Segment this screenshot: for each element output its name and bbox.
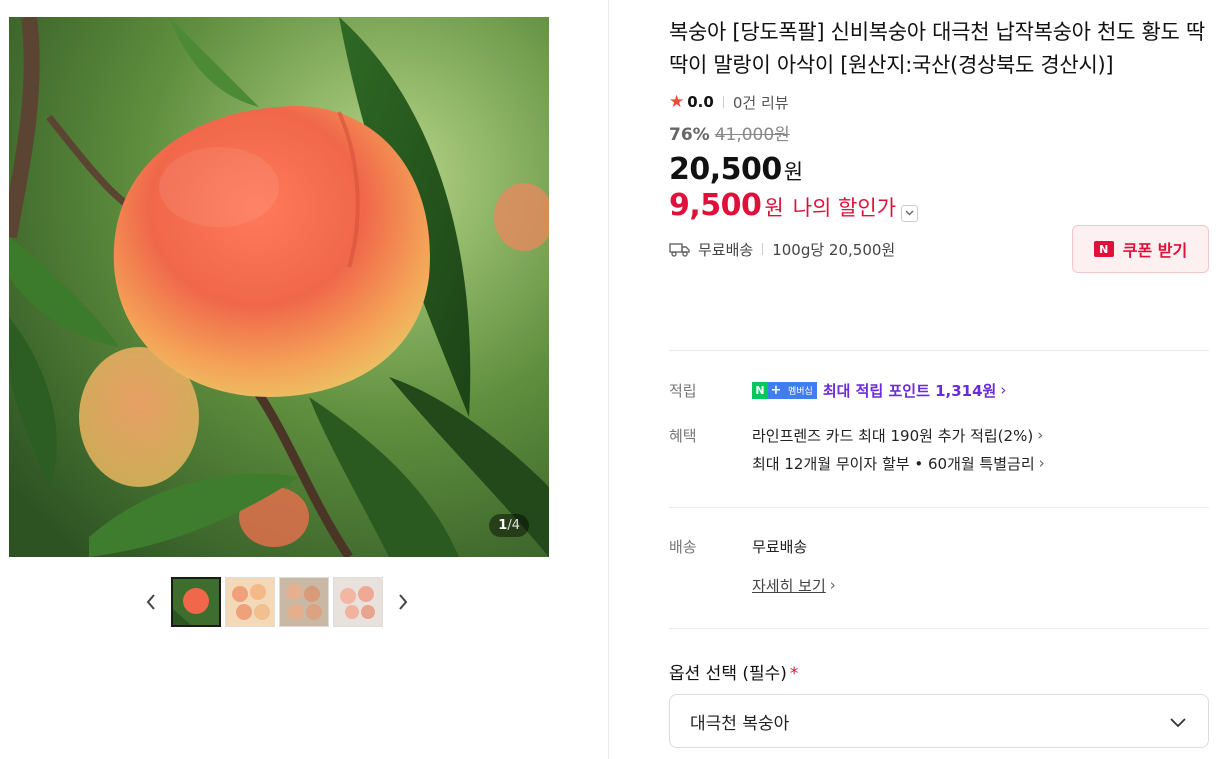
main-product-image[interactable]: 1/4 — [9, 17, 549, 557]
thumbnail-strip — [140, 576, 414, 628]
naver-n-icon: N — [1093, 241, 1114, 257]
product-info: 복숭아 [당도폭팔] 신비복숭아 대극천 납작복숭아 천도 황도 딱딱이 말랑이… — [669, 16, 1209, 273]
benefit-body: 라인프렌즈 카드 최대 190원 추가 적립(2%) › 최대 12개월 무이자… — [752, 421, 1045, 477]
card-benefit-link[interactable]: 라인프렌즈 카드 최대 190원 추가 적립(2%) › — [752, 421, 1045, 449]
option-select-dropdown[interactable]: 대극천 복숭아 — [669, 694, 1209, 748]
delivery-detail-link[interactable]: 자세히 보기 › — [752, 571, 836, 599]
chevron-right-icon: › — [1000, 381, 1007, 399]
discount-row: 76% 41,000원 — [669, 120, 1209, 146]
section-divider — [669, 350, 1209, 351]
chevron-left-icon — [146, 594, 155, 610]
coupon-button-label: 쿠폰 받기 — [1122, 241, 1188, 260]
rating-row: ★ 0.0 0건 리뷰 — [669, 91, 1209, 113]
star-icon: ★ — [669, 92, 685, 112]
option-label-text: 옵션 선택 (필수) — [669, 664, 787, 684]
thumbnail-prev-button[interactable] — [140, 577, 162, 627]
max-points-text: 최대 적립 포인트 1,314원 — [822, 381, 997, 400]
chevron-right-icon: › — [1038, 454, 1045, 472]
sale-price: 20,500 — [669, 152, 782, 187]
image-counter-total: /4 — [507, 518, 520, 533]
my-price-row[interactable]: 9,500 원 나의 할인가 — [669, 188, 1209, 224]
option-select-label: 옵션 선택 (필수) * — [669, 659, 798, 684]
get-coupon-button[interactable]: N 쿠폰 받기 — [1072, 225, 1209, 273]
divider — [722, 96, 724, 108]
column-divider — [608, 0, 609, 759]
my-discount-price: 9,500 — [669, 188, 762, 223]
my-discount-price-unit: 원 — [764, 196, 784, 220]
section-divider — [669, 507, 1209, 508]
price-row: 20,500 원 — [669, 152, 1209, 188]
chevron-right-icon: › — [829, 576, 836, 594]
review-count-link[interactable]: 0건 리뷰 — [733, 92, 789, 113]
thumbnail-peach-box — [334, 578, 382, 626]
benefits-section: 적립 N + 멤버십 최대 적립 포인트 1,314원 › 혜택 라인프렌즈 카… — [669, 376, 1209, 486]
card-benefit-text: 라인프렌즈 카드 최대 190원 추가 적립(2%) — [752, 426, 1034, 445]
delivery-body: 무료배송 자세히 보기 › — [752, 532, 836, 599]
thumbnail-3[interactable] — [279, 577, 329, 627]
image-counter: 1/4 — [489, 514, 529, 537]
discount-rate: 76% — [669, 125, 710, 145]
truck-icon — [669, 243, 690, 257]
chevron-down-icon — [1170, 718, 1186, 728]
my-discount-label: 나의 할인가 — [792, 196, 897, 220]
delivery-value: 무료배송 — [752, 537, 808, 556]
peach-photo — [9, 17, 549, 557]
thumbnail-next-button[interactable] — [392, 577, 414, 627]
shipping-fee: 무료배송 — [698, 240, 754, 259]
thumbnail-1[interactable] — [171, 577, 221, 627]
membership-points-link[interactable]: N + 멤버십 최대 적립 포인트 1,314원 › — [752, 376, 1006, 404]
rating-score: 0.0 — [687, 93, 714, 111]
thumbnail-peach-tree — [173, 579, 219, 625]
divider — [762, 243, 764, 255]
delivery-label: 배송 — [669, 537, 697, 556]
delivery-detail-text: 자세히 보기 — [752, 576, 826, 595]
delivery-section: 배송 무료배송 자세히 보기 › — [669, 532, 1209, 607]
chevron-down-icon[interactable] — [901, 204, 919, 222]
product-title: 복숭아 [당도폭팔] 신비복숭아 대극천 납작복숭아 천도 황도 딱딱이 말랑이… — [669, 20, 1205, 77]
thumbnail-peach-box — [280, 578, 328, 626]
required-mark: * — [789, 664, 799, 684]
plus-badge-icon: + — [768, 381, 784, 399]
points-label: 적립 — [669, 381, 697, 400]
chevron-right-icon: › — [1037, 426, 1044, 444]
image-counter-current: 1 — [498, 518, 508, 533]
option-selected-value: 대극천 복숭아 — [690, 713, 790, 734]
product-page: 1/4 복숭아 [당도폭팔] 신비복숭아 대극천 납작복숭아 천도 황도 딱딱이… — [0, 0, 1221, 759]
sale-price-unit: 원 — [783, 160, 804, 184]
section-divider — [669, 628, 1209, 629]
thumbnail-2[interactable] — [225, 577, 275, 627]
thumbnail-4[interactable] — [333, 577, 383, 627]
original-price: 41,000원 — [714, 125, 790, 145]
chevron-right-icon — [399, 594, 408, 610]
thumbnail-peach-box — [226, 578, 274, 626]
membership-badge: 멤버십 — [784, 381, 817, 399]
unit-price: 100g당 20,500원 — [772, 240, 896, 259]
installment-benefit-link[interactable]: 최대 12개월 무이자 할부 • 60개월 특별금리 › — [752, 449, 1045, 477]
installment-benefit-text: 최대 12개월 무이자 할부 • 60개월 특별금리 — [752, 454, 1035, 473]
benefit-label: 혜택 — [669, 426, 697, 445]
points-body: N + 멤버십 최대 적립 포인트 1,314원 › — [752, 376, 1006, 404]
naver-n-badge-icon: N — [752, 381, 768, 399]
